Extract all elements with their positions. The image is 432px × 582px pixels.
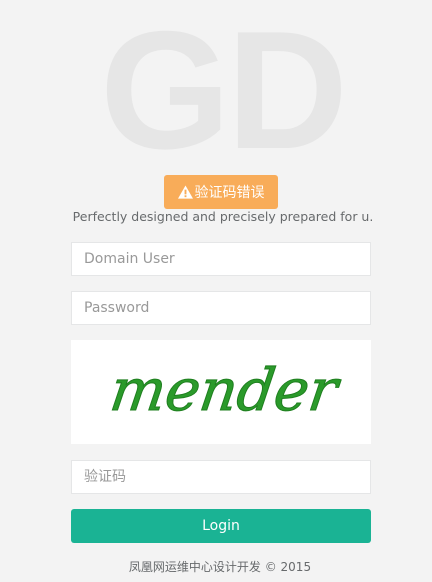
logo-image: GD — [100, 0, 348, 184]
password-input[interactable] — [71, 291, 371, 325]
warning-icon — [177, 185, 193, 199]
alert-message: 验证码错误 — [194, 185, 265, 201]
captcha-error-alert: 验证码错误 — [164, 175, 278, 209]
username-input[interactable] — [71, 242, 371, 276]
footer: 凤凰网运维中心设计开发 © 2015 — [128, 560, 312, 574]
captcha-graphic: mender — [106, 356, 345, 425]
svg-text:mender: mender — [106, 356, 344, 424]
login-button[interactable]: Login — [71, 509, 371, 543]
captcha-image[interactable]: mender — [71, 340, 371, 444]
svg-text:GD: GD — [100, 2, 344, 162]
captcha-input[interactable] — [71, 460, 371, 494]
tagline: Perfectly designed and precisely prepare… — [72, 209, 374, 224]
logo: GD — [0, 0, 432, 186]
